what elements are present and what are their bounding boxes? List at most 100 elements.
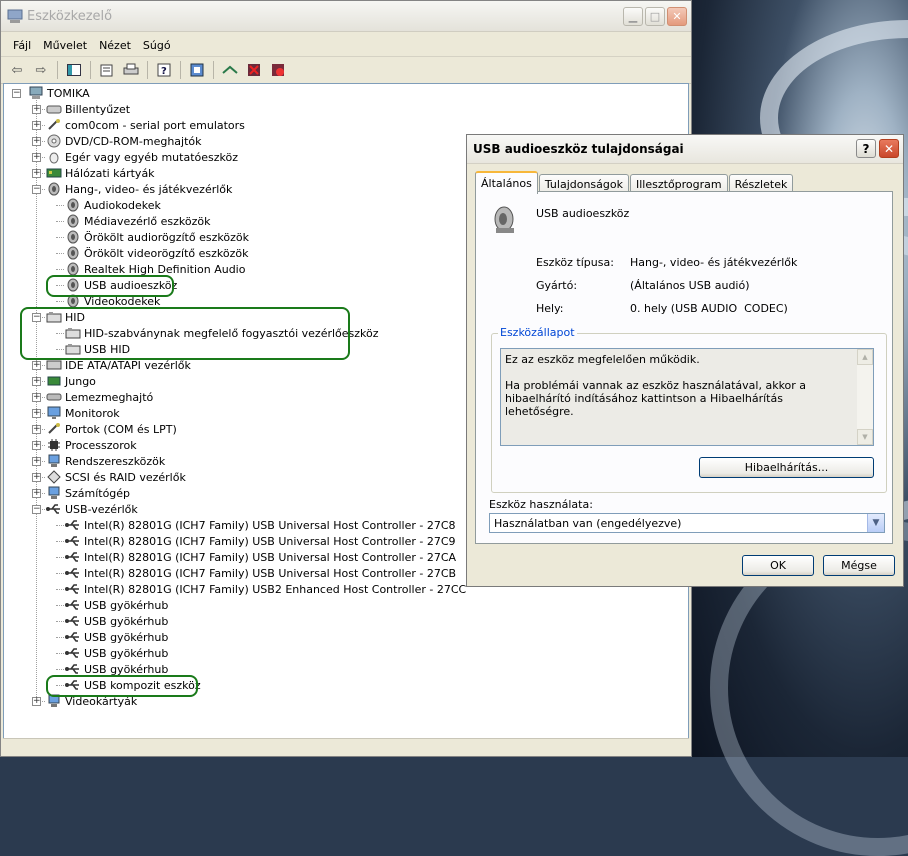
tree-item-label: USB-vezérlők [65, 502, 138, 516]
tab-general[interactable]: Általános [475, 171, 538, 194]
expand-icon[interactable]: + [32, 457, 41, 466]
tree-device[interactable]: Intel(R) 82801G (ICH7 Family) USB Univer… [65, 517, 456, 533]
menu-file[interactable]: Fájl [7, 37, 37, 54]
tree-item-label: Intel(R) 82801G (ICH7 Family) USB2 Enhan… [84, 582, 467, 596]
tree-category[interactable]: Hálózati kártyák [46, 165, 155, 181]
usb-icon [65, 566, 81, 580]
maximize-button[interactable]: □ [645, 7, 665, 26]
tree-device[interactable]: USB gyökérhub [65, 597, 168, 613]
expand-icon[interactable]: + [32, 105, 41, 114]
device-status-textbox[interactable]: Ez az eszköz megfelelően működik. Ha pro… [500, 348, 874, 446]
tree-device[interactable]: USB gyökérhub [65, 645, 168, 661]
tree-item-label: Örökölt videorögzítő eszközök [84, 246, 249, 260]
ok-button[interactable]: OK [742, 555, 814, 576]
tree-device[interactable]: Örökölt audiorögzítő eszközök [65, 229, 249, 245]
expand-icon[interactable]: + [32, 409, 41, 418]
expand-icon[interactable]: + [32, 377, 41, 386]
status-bar [3, 738, 689, 756]
tree-item-label: Billentyűzet [65, 102, 131, 116]
tree-device[interactable]: Örökölt videorögzítő eszközök [65, 245, 249, 261]
tree-category[interactable]: Billentyűzet [46, 101, 130, 117]
uninstall-device-icon[interactable] [268, 60, 288, 80]
port-icon [46, 118, 62, 132]
expand-icon[interactable]: + [32, 393, 41, 402]
highlight-usb-audio [46, 275, 174, 297]
cancel-button[interactable]: Mégse [823, 555, 895, 576]
tree-category[interactable]: com0com - serial port emulators [46, 117, 245, 133]
device-usage-select[interactable]: Használatban van (engedélyezve) ▼ [489, 513, 885, 533]
usb-icon [46, 502, 62, 516]
disable-device-icon[interactable] [244, 60, 264, 80]
tree-item-label: IDE ATA/ATAPI vezérlők [65, 358, 191, 372]
tree-category[interactable]: DVD/CD-ROM-meghajtók [46, 133, 202, 149]
minimize-button[interactable]: ▁ [623, 7, 643, 26]
device-manager-icon [7, 8, 23, 24]
properties-icon[interactable] [97, 60, 117, 80]
tree-device[interactable]: Audiokodekek [65, 197, 161, 213]
status-line-1: Ez az eszköz megfelelően működik. [505, 353, 700, 366]
device-manager-titlebar[interactable]: Eszközkezelő ▁ □ ✕ [1, 1, 691, 32]
tree-category[interactable]: Lemezmeghajtó [46, 389, 153, 405]
collapse-icon[interactable]: − [32, 185, 41, 194]
tree-item-label: Egér vagy egyéb mutatóeszköz [65, 150, 239, 164]
tree-category[interactable]: Rendszereszközök [46, 453, 165, 469]
expand-icon[interactable]: + [32, 361, 41, 370]
tree-item-label: DVD/CD-ROM-meghajtók [65, 134, 202, 148]
menu-help[interactable]: Súgó [137, 37, 177, 54]
dialog-close-button[interactable]: ✕ [879, 139, 899, 158]
tree-device[interactable]: Médiavezérlő eszközök [65, 213, 211, 229]
forward-arrow-icon[interactable]: ⇨ [31, 60, 51, 80]
tree-category[interactable]: Jungo [46, 373, 96, 389]
troubleshoot-button[interactable]: Hibaelhárítás... [699, 457, 874, 478]
usage-label: Eszköz használata: [489, 498, 593, 511]
expand-icon[interactable]: + [32, 441, 41, 450]
tree-device[interactable]: Intel(R) 82801G (ICH7 Family) USB Univer… [65, 549, 456, 565]
expand-icon[interactable]: + [32, 153, 41, 162]
update-driver-icon[interactable] [220, 60, 240, 80]
tree-category[interactable]: Processzorok [46, 437, 137, 453]
tree-device[interactable]: Intel(R) 82801G (ICH7 Family) USB Univer… [65, 565, 456, 581]
expand-icon[interactable]: + [32, 169, 41, 178]
tree-category[interactable]: Portok (COM és LPT) [46, 421, 177, 437]
expand-icon[interactable]: + [32, 697, 41, 706]
back-arrow-icon[interactable]: ⇦ [7, 60, 27, 80]
tree-root[interactable]: TOMIKA [28, 85, 90, 101]
expand-icon[interactable]: + [32, 489, 41, 498]
scroll-up-icon[interactable]: ▲ [857, 349, 873, 365]
tree-item-label: Intel(R) 82801G (ICH7 Family) USB Univer… [84, 550, 457, 564]
scroll-down-icon[interactable]: ▼ [857, 429, 873, 445]
device-usage-value: Használatban van (engedélyezve) [494, 516, 682, 530]
tree-category[interactable]: SCSI és RAID vezérlők [46, 469, 186, 485]
tree-category[interactable]: Hang-, video- és játékvezérlők [46, 181, 232, 197]
print-icon[interactable] [121, 60, 141, 80]
location-label: Hely: [536, 302, 564, 315]
expand-icon[interactable]: + [32, 473, 41, 482]
scan-hardware-icon[interactable] [187, 60, 207, 80]
tree-root-expander[interactable]: − [12, 89, 21, 98]
speaker-icon [65, 214, 81, 228]
mouse-icon [46, 150, 62, 164]
tree-category[interactable]: Monitorok [46, 405, 120, 421]
expand-icon[interactable]: + [32, 425, 41, 434]
dialog-titlebar[interactable]: USB audioeszköz tulajdonságai ? ✕ [467, 135, 903, 164]
expand-icon[interactable]: + [32, 121, 41, 130]
tree-item-label: com0com - serial port emulators [65, 118, 245, 132]
dialog-help-button[interactable]: ? [856, 139, 876, 158]
tree-device[interactable]: Intel(R) 82801G (ICH7 Family) USB Univer… [65, 533, 456, 549]
close-button[interactable]: ✕ [667, 7, 687, 26]
tree-category[interactable]: USB-vezérlők [46, 501, 138, 517]
chevron-down-icon[interactable]: ▼ [867, 514, 884, 532]
expand-icon[interactable]: + [32, 137, 41, 146]
help-icon[interactable]: ? [154, 60, 174, 80]
collapse-icon[interactable]: − [32, 505, 41, 514]
tree-device[interactable]: USB gyökérhub [65, 613, 168, 629]
tree-view-icon[interactable] [64, 60, 84, 80]
tree-item-label: USB gyökérhub [84, 646, 169, 660]
menu-action[interactable]: Művelet [37, 37, 93, 54]
tree-category[interactable]: Számítógép [46, 485, 130, 501]
tree-device[interactable]: Intel(R) 82801G (ICH7 Family) USB2 Enhan… [65, 581, 466, 597]
tree-device[interactable]: USB gyökérhub [65, 629, 168, 645]
tree-category[interactable]: Egér vagy egyéb mutatóeszköz [46, 149, 238, 165]
menu-view[interactable]: Nézet [93, 37, 137, 54]
status-scrollbar[interactable]: ▲ ▼ [857, 349, 873, 445]
